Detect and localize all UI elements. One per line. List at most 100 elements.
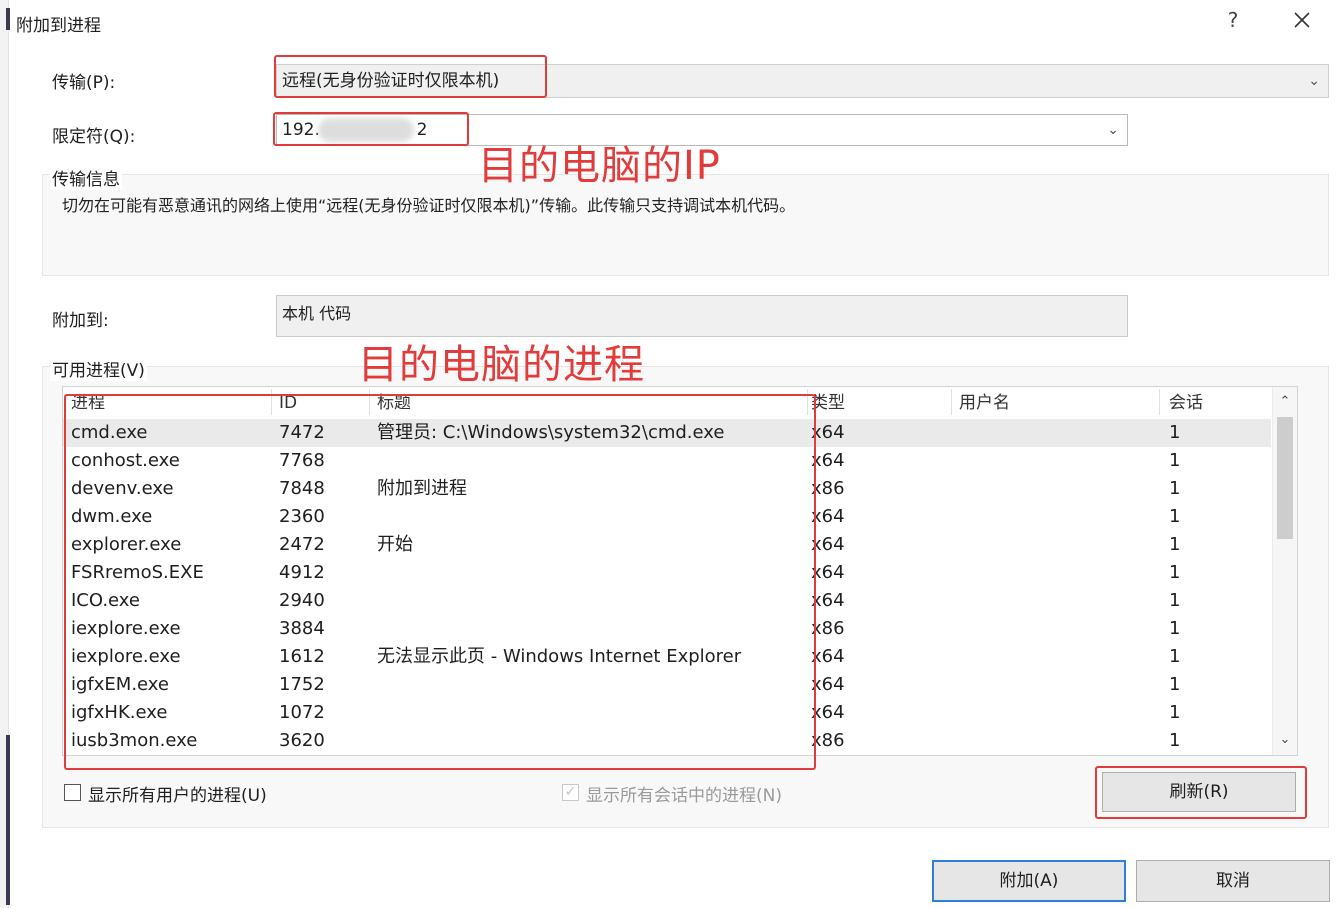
- transport-value: 远程(无身份验证时仅限本机): [282, 71, 500, 91]
- table-row[interactable]: iusb3mon.exe 3620 x86 1: [63, 727, 1271, 755]
- cell-process: explorer.exe: [71, 534, 182, 555]
- help-button[interactable]: ?: [1222, 8, 1244, 34]
- scroll-down-icon[interactable]: ⌄: [1273, 727, 1297, 753]
- cell-process: FSRremoS.EXE: [71, 562, 204, 583]
- chevron-down-icon[interactable]: ⌄: [1107, 115, 1119, 145]
- table-row[interactable]: iexplore.exe 1612 无法显示此页 - Windows Inter…: [63, 643, 1271, 671]
- close-icon: [1294, 12, 1310, 28]
- cell-process: iusb3mon.exe: [71, 730, 198, 751]
- cell-session: 1: [1169, 618, 1181, 639]
- attach-button[interactable]: 附加(A): [932, 860, 1126, 902]
- cell-type: x64: [811, 702, 845, 723]
- window-title: 附加到进程: [16, 16, 101, 36]
- attach-to-label: 附加到:: [52, 311, 109, 331]
- table-row[interactable]: conhost.exe 7768 x64 1: [63, 447, 1271, 475]
- checkmark-icon: ✓: [564, 784, 577, 800]
- cell-process: ICO.exe: [71, 590, 140, 611]
- column-divider[interactable]: [807, 389, 808, 415]
- table-row[interactable]: FSRremoS.EXE 4912 x64 1: [63, 559, 1271, 587]
- cell-id: 1072: [279, 702, 325, 723]
- qualifier-value-suffix: 2: [416, 120, 428, 140]
- column-header-id[interactable]: ID: [279, 389, 297, 417]
- table-row[interactable]: explorer.exe 2472 开始 x64 1: [63, 531, 1271, 559]
- column-header-type[interactable]: 类型: [811, 389, 845, 417]
- cell-id: 7768: [279, 450, 325, 471]
- cell-id: 7848: [279, 478, 325, 499]
- process-list[interactable]: 进程 ID 标题 类型 用户名 会话 cmd.exe 7472 管理员: C:\…: [62, 386, 1298, 756]
- cell-session: 1: [1169, 590, 1181, 611]
- cell-process: conhost.exe: [71, 450, 180, 471]
- redacted-ip-blur: [318, 118, 414, 142]
- column-divider[interactable]: [271, 389, 272, 415]
- window-icon-mark: [6, 8, 10, 30]
- column-divider[interactable]: [369, 389, 370, 415]
- table-row[interactable]: iexplore.exe 3884 x86 1: [63, 615, 1271, 643]
- column-divider[interactable]: [1159, 389, 1160, 415]
- cell-title: 无法显示此页 - Windows Internet Explorer: [377, 646, 742, 667]
- cell-process: dwm.exe: [71, 506, 153, 527]
- annotation-target-process: 目的电脑的进程: [358, 342, 645, 388]
- show-all-sessions-label: 显示所有会话中的进程(N): [586, 786, 782, 806]
- table-row[interactable]: dwm.exe 2360 x64 1: [63, 503, 1271, 531]
- column-header-title[interactable]: 标题: [377, 389, 411, 417]
- cell-session: 1: [1169, 646, 1181, 667]
- table-row[interactable]: igfxEM.exe 1752 x64 1: [63, 671, 1271, 699]
- table-row[interactable]: devenv.exe 7848 附加到进程 x86 1: [63, 475, 1271, 503]
- scroll-up-icon[interactable]: ⌃: [1273, 389, 1297, 415]
- cell-session: 1: [1169, 702, 1181, 723]
- cell-title: 开始: [377, 534, 413, 555]
- cell-process: devenv.exe: [71, 478, 174, 499]
- cell-id: 1612: [279, 646, 325, 667]
- cell-process: igfxHK.exe: [71, 702, 168, 723]
- table-row[interactable]: igfxHK.exe 1072 x64 1: [63, 699, 1271, 727]
- processes-label: 可用进程(V): [50, 356, 147, 381]
- annotation-target-ip: 目的电脑的IP: [478, 143, 721, 189]
- cell-session: 1: [1169, 534, 1181, 555]
- cell-id: 3884: [279, 618, 325, 639]
- cell-type: x64: [811, 646, 845, 667]
- cell-type: x64: [811, 506, 845, 527]
- close-button[interactable]: [1288, 6, 1316, 34]
- cell-process: cmd.exe: [71, 422, 148, 443]
- cell-session: 1: [1169, 422, 1181, 443]
- transport-select[interactable]: 远程(无身份验证时仅限本机) ⌄: [276, 64, 1329, 98]
- cell-process: iexplore.exe: [71, 646, 181, 667]
- cell-process: igfxEM.exe: [71, 674, 169, 695]
- cell-type: x64: [811, 450, 845, 471]
- table-row[interactable]: ICO.exe 2940 x64 1: [63, 587, 1271, 615]
- cancel-button[interactable]: 取消: [1136, 860, 1330, 902]
- cell-type: x86: [811, 618, 845, 639]
- chevron-down-icon[interactable]: ⌄: [1308, 65, 1320, 97]
- cell-session: 1: [1169, 450, 1181, 471]
- transport-label: 传输(P):: [52, 73, 116, 93]
- cell-type: x64: [811, 534, 845, 555]
- cell-id: 1752: [279, 674, 325, 695]
- transport-info-text: 切勿在可能有恶意通讯的网络上使用“远程(无身份验证时仅限本机)”传输。此传输只支…: [62, 196, 796, 215]
- scrollbar-thumb[interactable]: [1277, 417, 1293, 539]
- cell-id: 2360: [279, 506, 325, 527]
- show-all-users-checkbox[interactable]: [64, 784, 81, 801]
- cell-type: x64: [811, 674, 845, 695]
- cell-session: 1: [1169, 674, 1181, 695]
- cell-id: 2472: [279, 534, 325, 555]
- show-all-users-label[interactable]: 显示所有用户的进程(U): [88, 781, 267, 806]
- cell-type: x86: [811, 478, 845, 499]
- cell-id: 3620: [279, 730, 325, 751]
- cell-title: 管理员: C:\Windows\system32\cmd.exe: [377, 422, 725, 443]
- refresh-button[interactable]: 刷新(R): [1102, 772, 1296, 812]
- attach-to-field[interactable]: 本机 代码: [276, 295, 1128, 337]
- column-header-user[interactable]: 用户名: [959, 389, 1010, 417]
- cell-type: x86: [811, 730, 845, 751]
- cell-id: 7472: [279, 422, 325, 443]
- window-edge-mark: [6, 735, 10, 905]
- cell-title: 附加到进程: [377, 478, 467, 499]
- show-all-sessions-checkbox: ✓: [562, 784, 579, 801]
- cell-session: 1: [1169, 506, 1181, 527]
- cell-session: 1: [1169, 478, 1181, 499]
- cell-id: 4912: [279, 562, 325, 583]
- column-header-session[interactable]: 会话: [1169, 389, 1203, 417]
- vertical-scrollbar[interactable]: ⌃ ⌄: [1272, 387, 1297, 755]
- table-row[interactable]: cmd.exe 7472 管理员: C:\Windows\system32\cm…: [63, 419, 1271, 447]
- column-header-process[interactable]: 进程: [71, 389, 105, 417]
- column-divider[interactable]: [951, 389, 952, 415]
